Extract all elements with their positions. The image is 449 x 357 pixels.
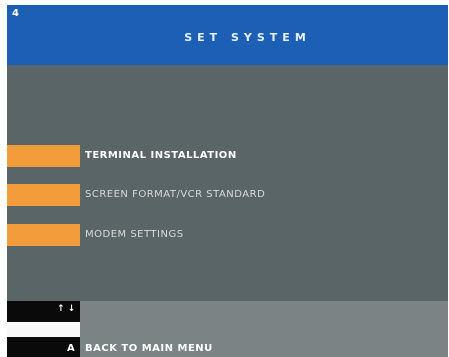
menu-item-label: MODEM SETTINGS <box>85 229 184 240</box>
footer-bar: ↑ ↓ A BACK TO MAIN MENU <box>7 301 448 357</box>
menu-item-screen-format[interactable]: SCREEN FORMAT/VCR STANDARD <box>7 184 448 206</box>
menu-item-terminal-installation[interactable]: TERMINAL INSTALLATION <box>7 145 448 167</box>
menu-item-modem-settings[interactable]: MODEM SETTINGS <box>7 224 448 246</box>
header-bar: 4 SET SYSTEM <box>7 5 448 65</box>
input-field[interactable] <box>7 322 80 337</box>
up-down-arrow-icon: ↑ ↓ <box>57 304 76 314</box>
menu-selector-bar <box>7 184 80 206</box>
navigation-key-area: ↑ ↓ <box>7 301 80 322</box>
back-key: A <box>67 343 75 354</box>
page-title: SET SYSTEM <box>184 31 311 44</box>
menu-item-label: SCREEN FORMAT/VCR STANDARD <box>85 189 266 200</box>
menu-selector-bar <box>7 224 80 246</box>
menu-selector-bar <box>7 145 80 167</box>
back-to-main-menu-button[interactable]: BACK TO MAIN MENU <box>85 343 213 354</box>
teletext-screen: 4 SET SYSTEM TERMINAL INSTALLATION SCREE… <box>7 5 448 357</box>
menu-item-label: TERMINAL INSTALLATION <box>85 150 237 161</box>
page-number: 4 <box>12 8 19 19</box>
